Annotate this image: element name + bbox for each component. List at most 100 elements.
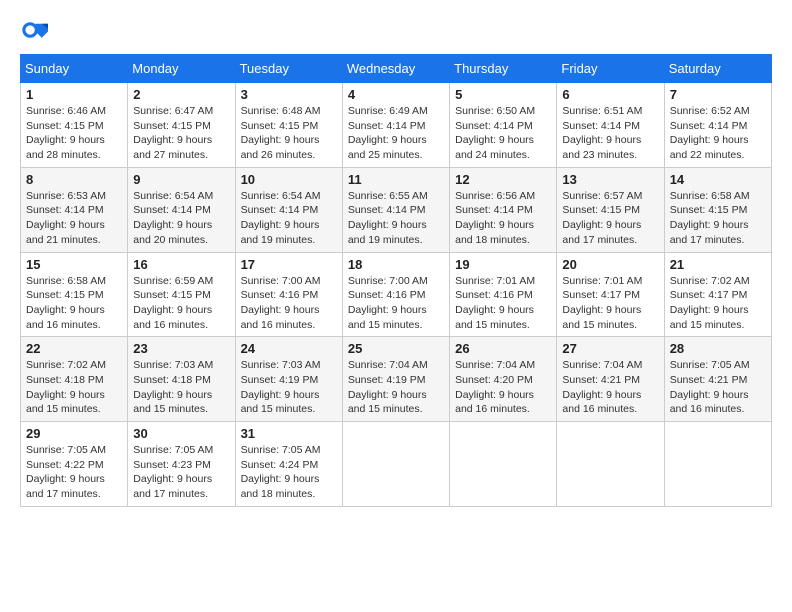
calendar-cell: 27 Sunrise: 7:04 AMSunset: 4:21 PMDaylig… (557, 337, 664, 422)
calendar-cell: 13 Sunrise: 6:57 AMSunset: 4:15 PMDaylig… (557, 167, 664, 252)
calendar-cell: 20 Sunrise: 7:01 AMSunset: 4:17 PMDaylig… (557, 252, 664, 337)
day-header-tuesday: Tuesday (235, 55, 342, 83)
calendar-cell: 9 Sunrise: 6:54 AMSunset: 4:14 PMDayligh… (128, 167, 235, 252)
day-number: 16 (133, 257, 229, 272)
cell-info: Sunrise: 7:03 AMSunset: 4:19 PMDaylight:… (241, 359, 321, 415)
calendar-body: 1 Sunrise: 6:46 AMSunset: 4:15 PMDayligh… (21, 83, 772, 507)
cell-info: Sunrise: 6:49 AMSunset: 4:14 PMDaylight:… (348, 105, 428, 161)
day-number: 26 (455, 341, 551, 356)
calendar-cell: 8 Sunrise: 6:53 AMSunset: 4:14 PMDayligh… (21, 167, 128, 252)
day-number: 7 (670, 87, 766, 102)
calendar-cell: 4 Sunrise: 6:49 AMSunset: 4:14 PMDayligh… (342, 83, 449, 168)
day-number: 17 (241, 257, 337, 272)
cell-info: Sunrise: 6:46 AMSunset: 4:15 PMDaylight:… (26, 105, 106, 161)
calendar-week-1: 1 Sunrise: 6:46 AMSunset: 4:15 PMDayligh… (21, 83, 772, 168)
day-number: 5 (455, 87, 551, 102)
calendar-week-4: 22 Sunrise: 7:02 AMSunset: 4:18 PMDaylig… (21, 337, 772, 422)
calendar-cell: 3 Sunrise: 6:48 AMSunset: 4:15 PMDayligh… (235, 83, 342, 168)
calendar-cell: 11 Sunrise: 6:55 AMSunset: 4:14 PMDaylig… (342, 167, 449, 252)
calendar-cell: 12 Sunrise: 6:56 AMSunset: 4:14 PMDaylig… (450, 167, 557, 252)
day-number: 13 (562, 172, 658, 187)
day-number: 6 (562, 87, 658, 102)
cell-info: Sunrise: 7:05 AMSunset: 4:23 PMDaylight:… (133, 444, 213, 500)
calendar-week-3: 15 Sunrise: 6:58 AMSunset: 4:15 PMDaylig… (21, 252, 772, 337)
calendar-cell: 19 Sunrise: 7:01 AMSunset: 4:16 PMDaylig… (450, 252, 557, 337)
logo (20, 16, 52, 44)
day-header-monday: Monday (128, 55, 235, 83)
cell-info: Sunrise: 6:53 AMSunset: 4:14 PMDaylight:… (26, 190, 106, 246)
cell-info: Sunrise: 6:51 AMSunset: 4:14 PMDaylight:… (562, 105, 642, 161)
cell-info: Sunrise: 7:02 AMSunset: 4:18 PMDaylight:… (26, 359, 106, 415)
calendar-cell: 26 Sunrise: 7:04 AMSunset: 4:20 PMDaylig… (450, 337, 557, 422)
calendar-cell: 16 Sunrise: 6:59 AMSunset: 4:15 PMDaylig… (128, 252, 235, 337)
cell-info: Sunrise: 7:03 AMSunset: 4:18 PMDaylight:… (133, 359, 213, 415)
calendar-cell: 2 Sunrise: 6:47 AMSunset: 4:15 PMDayligh… (128, 83, 235, 168)
day-number: 29 (26, 426, 122, 441)
calendar-cell: 22 Sunrise: 7:02 AMSunset: 4:18 PMDaylig… (21, 337, 128, 422)
calendar-cell: 25 Sunrise: 7:04 AMSunset: 4:19 PMDaylig… (342, 337, 449, 422)
cell-info: Sunrise: 6:48 AMSunset: 4:15 PMDaylight:… (241, 105, 321, 161)
cell-info: Sunrise: 7:00 AMSunset: 4:16 PMDaylight:… (241, 275, 321, 331)
cell-info: Sunrise: 6:54 AMSunset: 4:14 PMDaylight:… (241, 190, 321, 246)
calendar-cell: 18 Sunrise: 7:00 AMSunset: 4:16 PMDaylig… (342, 252, 449, 337)
calendar-cell: 15 Sunrise: 6:58 AMSunset: 4:15 PMDaylig… (21, 252, 128, 337)
cell-info: Sunrise: 7:05 AMSunset: 4:24 PMDaylight:… (241, 444, 321, 500)
day-number: 22 (26, 341, 122, 356)
day-number: 27 (562, 341, 658, 356)
page-header (20, 16, 772, 44)
cell-info: Sunrise: 7:05 AMSunset: 4:21 PMDaylight:… (670, 359, 750, 415)
cell-info: Sunrise: 6:55 AMSunset: 4:14 PMDaylight:… (348, 190, 428, 246)
day-number: 19 (455, 257, 551, 272)
logo-icon (20, 16, 48, 44)
calendar-week-5: 29 Sunrise: 7:05 AMSunset: 4:22 PMDaylig… (21, 422, 772, 507)
day-number: 10 (241, 172, 337, 187)
day-header-thursday: Thursday (450, 55, 557, 83)
cell-info: Sunrise: 7:05 AMSunset: 4:22 PMDaylight:… (26, 444, 106, 500)
cell-info: Sunrise: 7:01 AMSunset: 4:16 PMDaylight:… (455, 275, 535, 331)
day-number: 31 (241, 426, 337, 441)
day-number: 3 (241, 87, 337, 102)
calendar-header-row: SundayMondayTuesdayWednesdayThursdayFrid… (21, 55, 772, 83)
calendar-table: SundayMondayTuesdayWednesdayThursdayFrid… (20, 54, 772, 507)
day-header-saturday: Saturday (664, 55, 771, 83)
day-number: 1 (26, 87, 122, 102)
calendar-cell: 29 Sunrise: 7:05 AMSunset: 4:22 PMDaylig… (21, 422, 128, 507)
cell-info: Sunrise: 6:58 AMSunset: 4:15 PMDaylight:… (26, 275, 106, 331)
day-number: 14 (670, 172, 766, 187)
calendar-cell: 21 Sunrise: 7:02 AMSunset: 4:17 PMDaylig… (664, 252, 771, 337)
calendar-cell (342, 422, 449, 507)
day-number: 18 (348, 257, 444, 272)
day-number: 20 (562, 257, 658, 272)
day-number: 8 (26, 172, 122, 187)
day-number: 4 (348, 87, 444, 102)
calendar-cell (557, 422, 664, 507)
calendar-cell (450, 422, 557, 507)
cell-info: Sunrise: 7:04 AMSunset: 4:21 PMDaylight:… (562, 359, 642, 415)
calendar-cell: 31 Sunrise: 7:05 AMSunset: 4:24 PMDaylig… (235, 422, 342, 507)
day-number: 12 (455, 172, 551, 187)
calendar-cell: 30 Sunrise: 7:05 AMSunset: 4:23 PMDaylig… (128, 422, 235, 507)
day-number: 23 (133, 341, 229, 356)
calendar-cell: 14 Sunrise: 6:58 AMSunset: 4:15 PMDaylig… (664, 167, 771, 252)
calendar-cell: 17 Sunrise: 7:00 AMSunset: 4:16 PMDaylig… (235, 252, 342, 337)
cell-info: Sunrise: 7:02 AMSunset: 4:17 PMDaylight:… (670, 275, 750, 331)
day-header-friday: Friday (557, 55, 664, 83)
day-number: 21 (670, 257, 766, 272)
cell-info: Sunrise: 6:52 AMSunset: 4:14 PMDaylight:… (670, 105, 750, 161)
day-number: 11 (348, 172, 444, 187)
calendar-cell: 7 Sunrise: 6:52 AMSunset: 4:14 PMDayligh… (664, 83, 771, 168)
cell-info: Sunrise: 6:54 AMSunset: 4:14 PMDaylight:… (133, 190, 213, 246)
cell-info: Sunrise: 6:56 AMSunset: 4:14 PMDaylight:… (455, 190, 535, 246)
cell-info: Sunrise: 6:50 AMSunset: 4:14 PMDaylight:… (455, 105, 535, 161)
cell-info: Sunrise: 7:01 AMSunset: 4:17 PMDaylight:… (562, 275, 642, 331)
day-number: 25 (348, 341, 444, 356)
cell-info: Sunrise: 6:57 AMSunset: 4:15 PMDaylight:… (562, 190, 642, 246)
cell-info: Sunrise: 7:00 AMSunset: 4:16 PMDaylight:… (348, 275, 428, 331)
cell-info: Sunrise: 6:59 AMSunset: 4:15 PMDaylight:… (133, 275, 213, 331)
calendar-week-2: 8 Sunrise: 6:53 AMSunset: 4:14 PMDayligh… (21, 167, 772, 252)
day-header-wednesday: Wednesday (342, 55, 449, 83)
cell-info: Sunrise: 7:04 AMSunset: 4:20 PMDaylight:… (455, 359, 535, 415)
day-number: 30 (133, 426, 229, 441)
day-number: 2 (133, 87, 229, 102)
day-number: 9 (133, 172, 229, 187)
